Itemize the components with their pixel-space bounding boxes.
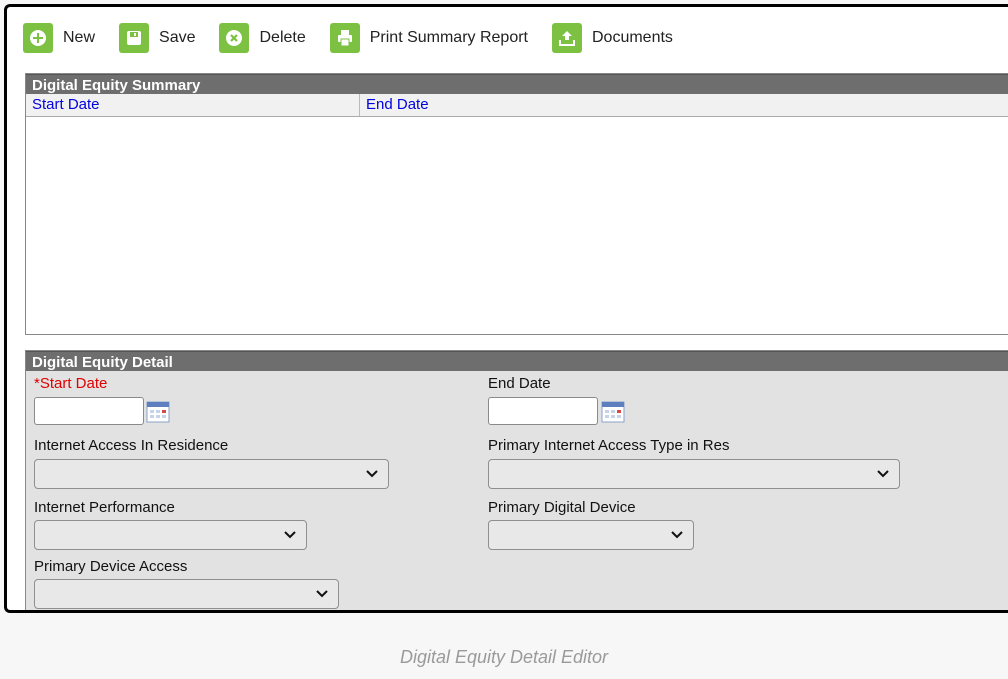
primary-digital-device-select[interactable] [488, 520, 694, 550]
digital-equity-summary-panel: Digital Equity Summary Start Date End Da… [25, 73, 1008, 335]
internet-access-in-residence-select[interactable] [34, 459, 389, 489]
end-date-input[interactable] [488, 397, 598, 425]
primary-device-access-select[interactable] [34, 579, 339, 609]
save-label: Save [159, 29, 196, 46]
printer-icon [329, 23, 360, 53]
start-date-input[interactable] [34, 397, 144, 425]
summary-column-headers: Start Date End Date [26, 94, 1008, 117]
start-date-label: *Start Date [34, 375, 108, 392]
editor-frame: New Save Delete Print Summary Report Doc… [4, 4, 1008, 613]
detail-panel-title: Digital Equity Detail [26, 351, 1008, 371]
figure-caption: Digital Equity Detail Editor [399, 647, 609, 667]
chevron-down-icon [316, 590, 328, 598]
upload-icon [552, 23, 582, 53]
primary-internet-access-type-label: Primary Internet Access Type in Res [488, 437, 730, 454]
calendar-icon[interactable] [601, 401, 625, 423]
calendar-icon[interactable] [146, 401, 170, 423]
print-summary-report-label: Print Summary Report [369, 29, 528, 46]
internet-access-in-residence-label: Internet Access In Residence [34, 437, 229, 454]
floppy-disk-icon [119, 23, 150, 53]
summary-panel-title: Digital Equity Summary [26, 74, 1008, 94]
internet-performance-label: Internet Performance [34, 499, 175, 516]
primary-internet-access-type-select[interactable] [488, 459, 900, 489]
primary-device-access-label: Primary Device Access [34, 558, 188, 575]
delete-button[interactable]: Delete [219, 23, 306, 53]
delete-label: Delete [259, 29, 306, 46]
chevron-down-icon [284, 531, 296, 539]
summary-list-body [26, 117, 1008, 331]
chevron-down-icon [366, 470, 378, 478]
primary-digital-device-label: Primary Digital Device [488, 499, 636, 516]
internet-performance-select[interactable] [34, 520, 307, 550]
chevron-down-icon [671, 531, 683, 539]
new-button[interactable]: New [23, 23, 95, 53]
column-header-start-date[interactable]: Start Date [26, 94, 360, 116]
x-circle-icon [219, 23, 250, 53]
end-date-label: End Date [488, 375, 551, 392]
plus-icon [23, 23, 53, 53]
documents-label: Documents [592, 29, 673, 46]
print-summary-report-button[interactable]: Print Summary Report [329, 23, 528, 53]
chevron-down-icon [877, 470, 889, 478]
column-header-end-date[interactable]: End Date [360, 94, 1008, 116]
new-label: New [63, 29, 96, 46]
digital-equity-detail-panel: Digital Equity Detail *Start Date End Da… [25, 350, 1008, 610]
save-button[interactable]: Save [119, 23, 195, 53]
toolbar: New Save Delete Print Summary Report Doc… [23, 17, 697, 59]
documents-button[interactable]: Documents [552, 23, 673, 53]
